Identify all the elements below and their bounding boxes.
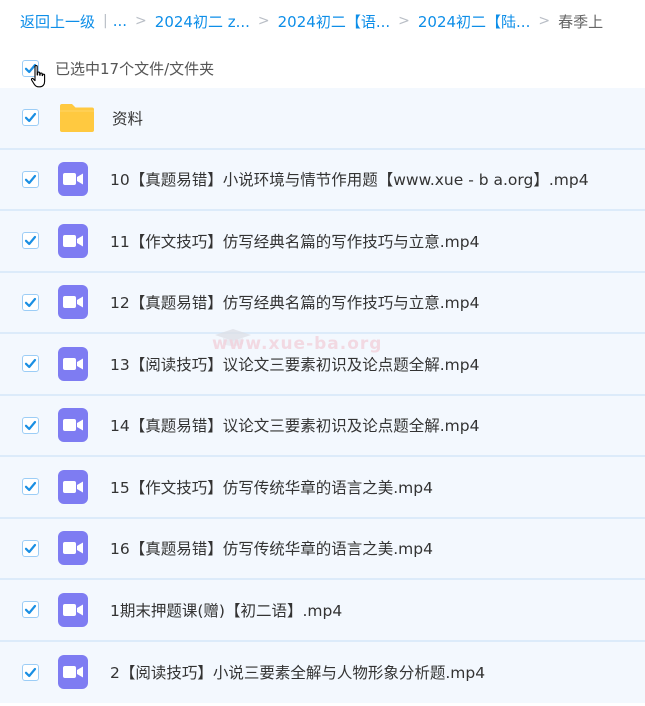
- video-file-icon: [58, 469, 88, 504]
- checkmark-icon: [24, 113, 37, 123]
- checkmark-icon: [24, 482, 37, 492]
- list-item[interactable]: 15【作文技巧】仿写传统华章的语言之美.mp4: [0, 457, 645, 519]
- selection-count: 已选中17个文件/文件夹: [55, 59, 215, 78]
- file-name[interactable]: 13【阅读技巧】议论文三要素初识及论点题全解.mp4: [110, 353, 479, 375]
- checkmark-icon: [24, 420, 37, 430]
- breadcrumb: 返回上一级 | ... > 2024初二 z... > 2024初二【语... …: [20, 8, 645, 34]
- list-item[interactable]: 10【真题易错】小说环境与情节作用题【www.xue - b a.org】.mp…: [0, 149, 645, 211]
- video-file-icon: [58, 346, 88, 381]
- list-item[interactable]: 13【阅读技巧】议论文三要素初识及论点题全解.mp4: [0, 334, 645, 396]
- graduation-cap-icon: [215, 329, 251, 346]
- list-item-folder[interactable]: 资料: [0, 88, 645, 150]
- list-item[interactable]: 12【真题易错】仿写经典名篇的写作技巧与立意.mp4: [0, 272, 645, 334]
- file-name[interactable]: 15【作文技巧】仿写传统华章的语言之美.mp4: [110, 476, 433, 498]
- chevron-right-icon: >: [257, 13, 270, 29]
- file-name[interactable]: 资料: [112, 107, 143, 129]
- chevron-right-icon: >: [135, 13, 147, 29]
- video-file-icon: [58, 408, 88, 443]
- selection-bar: 已选中17个文件/文件夹: [0, 48, 645, 88]
- row-checkbox[interactable]: [22, 293, 39, 311]
- folder-icon: [59, 102, 95, 134]
- row-checkbox[interactable]: [22, 232, 39, 250]
- list-item[interactable]: 11【作文技巧】仿写经典名篇的写作技巧与立意.mp4: [0, 211, 645, 273]
- breadcrumb-item-2[interactable]: 2024初二【语...: [278, 11, 390, 32]
- hand-cursor-icon: [30, 65, 46, 88]
- file-name[interactable]: 2【阅读技巧】小说三要素全解与人物形象分析题.mp4: [110, 661, 485, 683]
- checkmark-icon: [24, 543, 37, 553]
- video-file-icon: [58, 531, 88, 566]
- file-name[interactable]: 16【真题易错】仿写传统华章的语言之美.mp4: [110, 537, 433, 559]
- file-name[interactable]: 11【作文技巧】仿写经典名篇的写作技巧与立意.mp4: [110, 230, 479, 252]
- row-checkbox[interactable]: [22, 109, 39, 127]
- file-list: 资料 10【真题易错】小说环境与情节作用题【www.xue - b a.org】…: [0, 88, 645, 703]
- row-checkbox[interactable]: [22, 355, 39, 373]
- breadcrumb-item-3[interactable]: 2024初二【陆...: [418, 11, 530, 32]
- checkmark-icon: [24, 297, 37, 307]
- row-checkbox[interactable]: [22, 539, 39, 557]
- file-name[interactable]: 10【真题易错】小说环境与情节作用题【www.xue - b a.org】.mp…: [110, 168, 589, 190]
- back-link[interactable]: 返回上一级: [20, 11, 95, 32]
- checkmark-icon: [24, 236, 37, 246]
- breadcrumb-divider: |: [103, 13, 108, 29]
- list-item[interactable]: 14【真题易错】议论文三要素初识及论点题全解.mp4: [0, 395, 645, 457]
- file-name[interactable]: 1期末押题课(赠)【初二语】.mp4: [110, 599, 342, 621]
- checkmark-icon: [24, 605, 37, 615]
- breadcrumb-ellipsis[interactable]: ...: [113, 12, 127, 30]
- list-item[interactable]: 1期末押题课(赠)【初二语】.mp4: [0, 580, 645, 642]
- video-file-icon: [58, 223, 88, 258]
- video-file-icon: [58, 655, 88, 690]
- list-item[interactable]: 16【真题易错】仿写传统华章的语言之美.mp4: [0, 518, 645, 580]
- video-file-icon: [58, 592, 88, 627]
- breadcrumb-current: 春季上: [558, 12, 604, 31]
- row-checkbox[interactable]: [22, 416, 39, 434]
- row-checkbox[interactable]: [22, 170, 39, 188]
- chevron-right-icon: >: [538, 13, 551, 29]
- list-item[interactable]: 2【阅读技巧】小说三要素全解与人物形象分析题.mp4: [0, 641, 645, 703]
- video-file-icon: [58, 285, 88, 320]
- row-checkbox[interactable]: [22, 663, 39, 681]
- row-checkbox[interactable]: [22, 478, 39, 496]
- checkmark-icon: [24, 359, 37, 369]
- video-file-icon: [58, 162, 88, 197]
- file-name[interactable]: 14【真题易错】议论文三要素初识及论点题全解.mp4: [110, 414, 479, 436]
- chevron-right-icon: >: [398, 13, 410, 29]
- checkmark-icon: [24, 667, 37, 677]
- file-name[interactable]: 12【真题易错】仿写经典名篇的写作技巧与立意.mp4: [110, 291, 479, 313]
- row-checkbox[interactable]: [22, 601, 39, 619]
- checkmark-icon: [24, 174, 37, 184]
- breadcrumb-item-1[interactable]: 2024初二 z...: [155, 11, 250, 32]
